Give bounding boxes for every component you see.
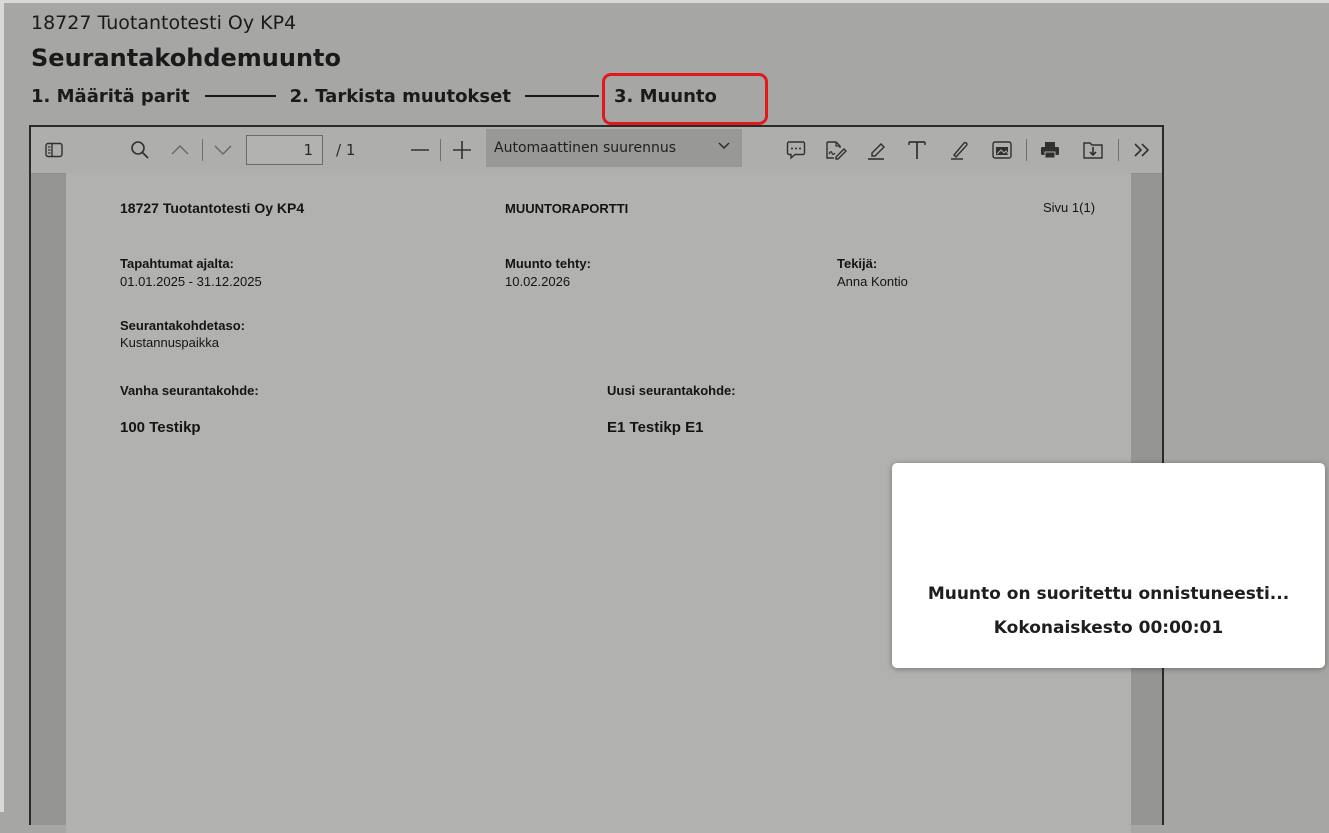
author-label: Tekijä: bbox=[837, 256, 878, 271]
sidebar-toggle-icon[interactable] bbox=[39, 135, 69, 165]
company-name: 18727 Tuotantotesti Oy KP4 bbox=[31, 12, 297, 34]
signature-icon[interactable] bbox=[821, 135, 851, 165]
image-icon[interactable] bbox=[987, 135, 1017, 165]
zoom-select-value: Automaattinen suurennus bbox=[494, 140, 676, 156]
new-target-label: Uusi seurantakohde: bbox=[607, 383, 736, 398]
zoom-out-icon[interactable] bbox=[405, 135, 435, 165]
tracking-level-value: Kustannuspaikka bbox=[120, 335, 220, 350]
report-title: MUUNTORAPORTTI bbox=[505, 201, 629, 216]
highlight-icon[interactable] bbox=[861, 135, 891, 165]
old-target-label: Vanha seurantakohde: bbox=[120, 383, 259, 398]
search-icon[interactable] bbox=[125, 135, 155, 165]
page-title: Seurantakohdemuunto bbox=[31, 44, 342, 72]
text-icon[interactable] bbox=[902, 135, 932, 165]
old-target-value: 100 Testikp bbox=[120, 419, 201, 436]
page-total: / 1 bbox=[336, 141, 356, 159]
pdf-toolbar: 1 / 1 Automaattinen suurennus bbox=[31, 127, 1162, 174]
step-2-review-changes: 2. Tarkista muutokset bbox=[289, 85, 511, 107]
page-number-input[interactable]: 1 bbox=[246, 135, 323, 165]
chevron-down-icon bbox=[718, 138, 730, 154]
step-1-define-pairs: 1. Määritä parit bbox=[31, 85, 190, 107]
period-value: 01.01.2025 - 31.12.2025 bbox=[120, 274, 262, 289]
conversion-date-value: 10.02.2026 bbox=[505, 274, 571, 289]
success-dialog: Muunto on suoritettu onnistuneesti... Ko… bbox=[892, 463, 1325, 668]
window-edge-left bbox=[0, 0, 4, 812]
toolbar-divider bbox=[440, 139, 441, 161]
toolbar-divider bbox=[202, 139, 203, 161]
tracking-level-label: Seurantakohdetaso: bbox=[120, 318, 245, 333]
step-connector bbox=[204, 95, 276, 97]
draw-icon[interactable] bbox=[944, 135, 974, 165]
toolbar-divider bbox=[1118, 139, 1119, 161]
step-connector bbox=[524, 95, 599, 97]
toolbar-divider bbox=[1026, 139, 1027, 161]
conversion-date-label: Muunto tehty: bbox=[505, 256, 591, 271]
window-edge-top bbox=[0, 0, 1329, 3]
report-page-number: Sivu 1(1) bbox=[1043, 200, 1096, 215]
zoom-in-icon[interactable] bbox=[447, 135, 477, 165]
comment-icon[interactable] bbox=[781, 135, 811, 165]
report-company: 18727 Tuotantotesti Oy KP4 bbox=[120, 200, 305, 216]
new-target-value: E1 Testikp E1 bbox=[607, 419, 704, 436]
active-step-highlight bbox=[602, 73, 768, 125]
total-duration: Kokonaiskesto 00:00:01 bbox=[993, 618, 1224, 638]
more-tools-icon[interactable] bbox=[1127, 135, 1157, 165]
zoom-select[interactable]: Automaattinen suurennus bbox=[486, 129, 742, 167]
period-label: Tapahtumat ajalta: bbox=[120, 256, 234, 271]
author-value: Anna Kontio bbox=[837, 274, 908, 289]
print-icon[interactable] bbox=[1035, 135, 1065, 165]
download-icon[interactable] bbox=[1078, 135, 1108, 165]
chevron-down-icon[interactable] bbox=[208, 135, 238, 165]
chevron-up-icon[interactable] bbox=[165, 135, 195, 165]
success-message: Muunto on suoritettu onnistuneesti... bbox=[927, 584, 1290, 604]
